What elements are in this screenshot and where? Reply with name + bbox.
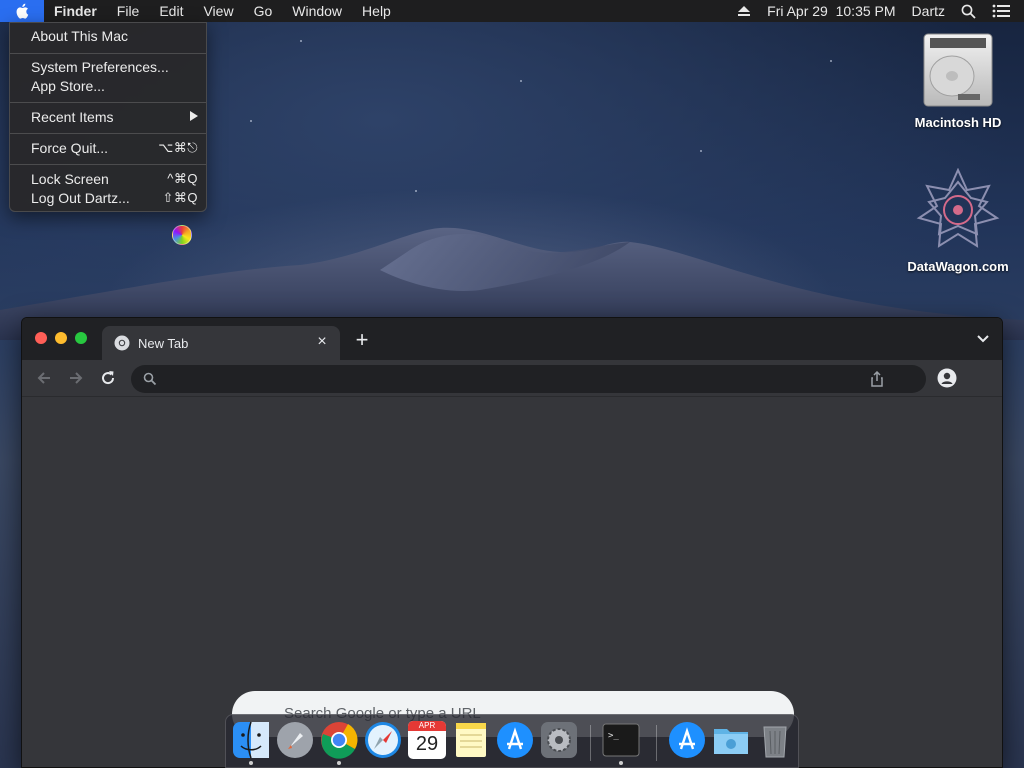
running-indicator <box>249 761 253 765</box>
reload-icon[interactable] <box>98 368 118 388</box>
menu-help[interactable]: Help <box>352 0 401 22</box>
chrome-icon[interactable] <box>320 721 358 759</box>
menu-view[interactable]: View <box>193 0 243 22</box>
calendar-icon[interactable]: APR 29 <box>408 721 446 759</box>
notification-center-icon[interactable] <box>984 0 1024 22</box>
tab-title: New Tab <box>138 335 189 351</box>
notes-icon[interactable] <box>452 721 490 759</box>
eject-icon[interactable] <box>729 0 759 22</box>
chrome-favicon-icon <box>114 335 130 351</box>
menu-item-lock-screen[interactable]: Lock Screen ^⌘Q <box>10 169 206 188</box>
close-tab-icon[interactable]: × <box>314 334 330 350</box>
menu-separator <box>10 133 206 134</box>
star <box>520 80 522 82</box>
address-input[interactable] <box>157 367 870 391</box>
star <box>830 60 832 62</box>
user-name-menu[interactable]: Dartz <box>904 0 953 22</box>
shortcut-label: ⌥⌘⎋ <box>158 139 198 155</box>
desktop-icon-datawagon[interactable]: DataWagon.com <box>898 167 1018 274</box>
menu-item-force-quit[interactable]: Force Quit... ⌥⌘⎋ <box>10 138 206 157</box>
menu-finder[interactable]: Finder <box>44 0 107 22</box>
menu-item-log-out[interactable]: Log Out Dartz... ⇧⌘Q <box>10 188 206 207</box>
dock-separator <box>656 725 657 761</box>
terminal-icon[interactable]: >_ <box>602 721 640 759</box>
close-window-button[interactable] <box>35 332 47 344</box>
menu-item-label: App Store... <box>31 77 105 94</box>
applications-folder-icon[interactable] <box>668 721 706 759</box>
spotlight-search-icon[interactable] <box>953 0 984 22</box>
apple-dropdown-menu: About This Mac System Preferences... App… <box>9 22 207 212</box>
new-tab-button[interactable]: + <box>352 329 372 351</box>
trash-icon[interactable] <box>756 721 794 759</box>
menubar-status-area: Fri Apr 29 10:35 PM Dartz <box>729 0 1024 22</box>
hard-drive-icon <box>923 33 993 107</box>
menu-item-label: Lock Screen <box>31 170 109 187</box>
share-icon[interactable] <box>870 371 884 387</box>
menu-go[interactable]: Go <box>244 0 283 22</box>
tab-new-tab[interactable]: New Tab × <box>102 326 340 360</box>
finder-icon[interactable] <box>232 721 270 759</box>
forward-arrow-icon[interactable] <box>66 368 86 388</box>
shortcut-label: ^⌘Q <box>167 170 198 186</box>
new-tab-page: Search Google or type a URL <box>22 396 1002 767</box>
calendar-month: APR <box>408 721 446 731</box>
tab-strip: New Tab × + <box>22 318 1002 360</box>
menu-separator <box>10 164 206 165</box>
downloads-folder-icon[interactable] <box>712 721 750 759</box>
menu-file[interactable]: File <box>107 0 150 22</box>
shortcut-label: ⇧⌘Q <box>162 189 198 205</box>
menu-separator <box>10 102 206 103</box>
apple-logo-icon <box>16 3 29 19</box>
star <box>300 40 302 42</box>
search-icon <box>143 372 157 386</box>
svg-text:>_: >_ <box>608 731 619 741</box>
running-indicator <box>337 761 341 765</box>
launchpad-rocket-icon[interactable] <box>276 721 314 759</box>
calendar-day: 29 <box>415 733 439 755</box>
desktop-icon-label: DataWagon.com <box>907 259 1009 274</box>
profile-avatar-icon[interactable] <box>937 368 957 388</box>
app-store-icon[interactable] <box>496 721 534 759</box>
menu-item-label: System Preferences... <box>31 58 169 75</box>
submenu-arrow-icon <box>190 109 198 124</box>
menu-separator <box>10 53 206 54</box>
menu-bar: Finder File Edit View Go Window Help Fri… <box>0 0 1024 22</box>
datawagon-logo-icon <box>916 167 1000 248</box>
menu-item-label: Recent Items <box>31 108 114 125</box>
desktop-icon-label: Macintosh HD <box>914 115 1002 130</box>
minimize-window-button[interactable] <box>55 332 67 344</box>
tab-search-chevron-icon[interactable] <box>976 333 990 345</box>
menu-item-app-store[interactable]: App Store... <box>10 76 206 95</box>
safari-compass-icon[interactable] <box>364 721 402 759</box>
dock-separator <box>590 725 591 761</box>
running-indicator <box>619 761 623 765</box>
star <box>700 150 702 152</box>
star <box>415 190 417 192</box>
star <box>250 120 252 122</box>
browser-toolbar <box>22 360 1002 396</box>
menu-item-system-preferences[interactable]: System Preferences... <box>10 57 206 76</box>
spinning-wait-cursor-icon <box>172 225 192 245</box>
address-bar[interactable] <box>131 365 926 393</box>
zoom-window-button[interactable] <box>75 332 87 344</box>
apple-menu-button[interactable] <box>0 0 44 22</box>
back-arrow-icon[interactable] <box>34 368 54 388</box>
chrome-browser-window: New Tab × + <box>21 317 1003 768</box>
menu-window[interactable]: Window <box>282 0 352 22</box>
menu-item-recent-items[interactable]: Recent Items <box>10 107 206 126</box>
menu-item-label: Log Out Dartz... <box>31 189 130 206</box>
clock-datetime[interactable]: Fri Apr 29 10:35 PM <box>759 0 903 22</box>
dock: APR 29 >_ <box>225 714 799 768</box>
system-preferences-gear-icon[interactable] <box>540 721 578 759</box>
menu-edit[interactable]: Edit <box>149 0 193 22</box>
menu-item-label: About This Mac <box>31 27 129 44</box>
desktop-icon-macintosh-hd[interactable]: Macintosh HD <box>898 32 1018 130</box>
menu-item-about-this-mac[interactable]: About This Mac <box>10 26 206 45</box>
menu-item-label: Force Quit... <box>31 139 109 156</box>
